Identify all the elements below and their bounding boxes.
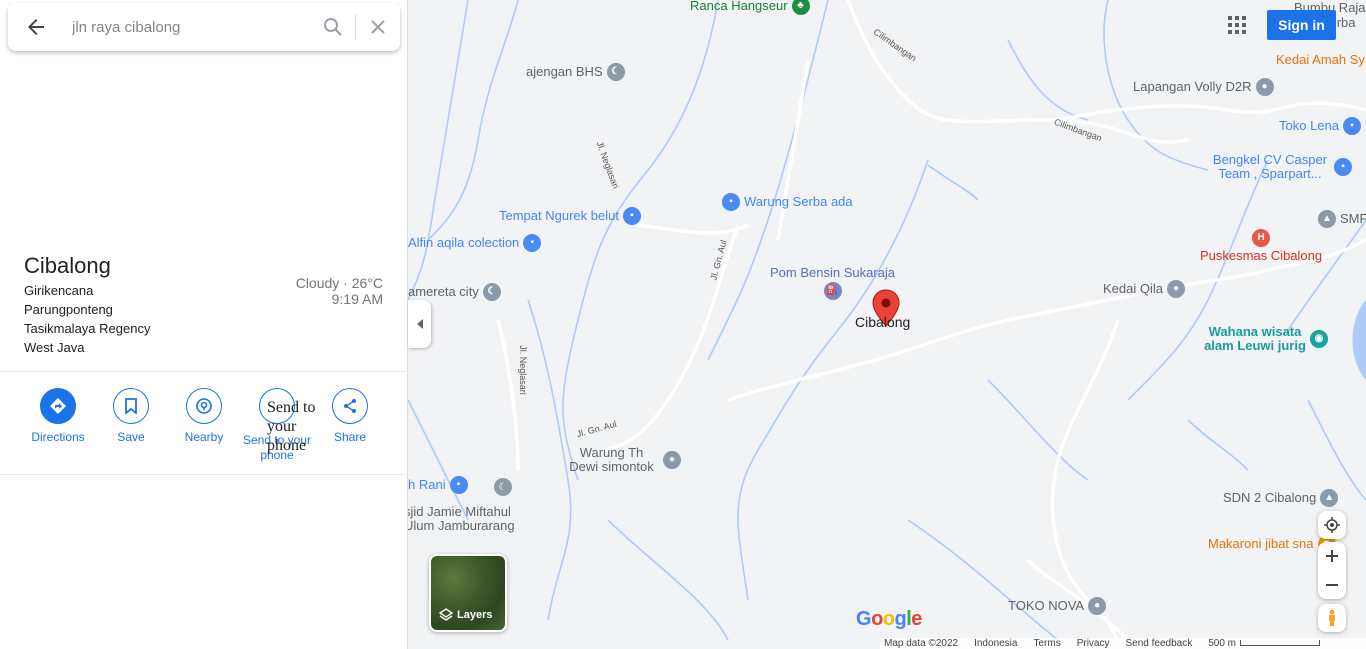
google-logo: Google bbox=[856, 608, 922, 630]
poi-warung-serba-ada[interactable]: ▪ Warung Serba ada bbox=[722, 193, 853, 211]
poi-kedai-qila[interactable]: Kedai Qila ● bbox=[1103, 280, 1185, 298]
mosque-icon: ☾ bbox=[494, 478, 512, 496]
map-canvas[interactable]: Cilimbangan Cilimbangan Jl. Neglasari Jl… bbox=[408, 0, 1366, 649]
street-view-pegman[interactable] bbox=[1318, 604, 1346, 632]
bookmark-icon bbox=[113, 388, 149, 424]
divider bbox=[0, 371, 408, 372]
terms-link[interactable]: Terms bbox=[1033, 638, 1060, 649]
save-label: Save bbox=[117, 430, 145, 444]
share-button[interactable]: Share bbox=[313, 388, 387, 444]
minus-icon bbox=[1326, 583, 1338, 586]
road-label: Jl. Neglasari bbox=[517, 345, 528, 395]
weather-text: Cloudy · 26°C bbox=[295, 275, 383, 291]
layers-button[interactable]: Layers bbox=[429, 554, 507, 632]
place-sidebar: Cibalong Girikencana Parungponteng Tasik… bbox=[0, 0, 408, 649]
my-location-icon bbox=[1324, 517, 1340, 533]
collapse-panel-button[interactable] bbox=[408, 300, 431, 348]
nearby-button[interactable]: Nearby bbox=[167, 388, 241, 444]
layers-label-group: Layers bbox=[439, 608, 492, 622]
shopping-bag-icon: ▪ bbox=[722, 193, 740, 211]
poi-toko-nova[interactable]: TOKO NOVA ● bbox=[1008, 597, 1107, 615]
address-line: Girikencana bbox=[24, 283, 94, 298]
scale-indicator[interactable]: 500 m bbox=[1208, 638, 1321, 649]
address-line: Parungponteng bbox=[24, 302, 113, 317]
directions-label: Directions bbox=[31, 430, 85, 444]
zoom-in-button[interactable] bbox=[1326, 542, 1338, 570]
shopping-bag-icon: ▪ bbox=[622, 207, 641, 225]
scale-bar bbox=[1240, 640, 1321, 646]
poi-toko-lena[interactable]: Toko Lena ▪ bbox=[1279, 117, 1361, 135]
save-button[interactable]: Save bbox=[94, 388, 168, 444]
zoom-controls bbox=[1318, 542, 1346, 599]
poi-lapangan-volly[interactable]: Lapangan Volly D2R ● bbox=[1133, 78, 1274, 96]
mosque-icon: ☾ bbox=[606, 63, 625, 81]
sign-in-button[interactable]: Sign in bbox=[1267, 10, 1336, 40]
zoom-out-button[interactable] bbox=[1326, 571, 1338, 599]
shopping-bag-icon: ▪ bbox=[1334, 158, 1352, 176]
gas-station-icon: ⛽ bbox=[823, 282, 842, 300]
clear-search-button[interactable] bbox=[356, 3, 400, 51]
address-line: West Java bbox=[24, 340, 85, 355]
nearby-label: Nearby bbox=[184, 430, 224, 444]
apps-grid-button[interactable] bbox=[1226, 14, 1248, 36]
privacy-link[interactable]: Privacy bbox=[1077, 638, 1110, 649]
map-data-credit: Map data ©2022 bbox=[884, 638, 959, 649]
place-icon: ● bbox=[1088, 597, 1107, 615]
search-button[interactable] bbox=[311, 3, 355, 51]
search-input[interactable] bbox=[64, 7, 311, 47]
marker-label: Cibalong bbox=[855, 314, 911, 330]
layers-icon bbox=[439, 608, 453, 621]
my-location-button[interactable] bbox=[1318, 511, 1346, 539]
poi-wahana-wisata[interactable]: Wahana wisata alam Leuwi jurig ◉ bbox=[1204, 325, 1328, 353]
directions-button[interactable]: Directions bbox=[21, 388, 95, 444]
school-icon: ▲ bbox=[1318, 210, 1336, 228]
place-title: Cibalong bbox=[24, 253, 111, 278]
poi-amereta-city[interactable]: amereta city ☾ bbox=[408, 283, 501, 301]
back-button[interactable] bbox=[8, 3, 64, 51]
poi-warung-th-dewi[interactable]: Warung Th Dewi simontok ● bbox=[564, 446, 681, 474]
layers-label: Layers bbox=[457, 609, 493, 621]
send-feedback-link[interactable]: Send feedback bbox=[1126, 638, 1193, 649]
poi-tempat-ngurek-belut[interactable]: Tempat Ngurek belut ▪ bbox=[499, 207, 641, 225]
apps-grid-icon bbox=[1228, 16, 1246, 34]
park-icon: ♣ bbox=[791, 0, 810, 15]
poi-bengkel-cv-casper[interactable]: Bengkel CV Casper Team , Sparpart... ▪ bbox=[1210, 153, 1352, 181]
poi-kedai-amah[interactable]: Kedai Amah Sy bbox=[1276, 53, 1365, 67]
poi-sdn-2-cibalong[interactable]: SDN 2 Cibalong ▲ bbox=[1223, 489, 1339, 507]
search-icon bbox=[324, 18, 342, 36]
country-link[interactable]: Indonesia bbox=[974, 638, 1017, 649]
mosque-icon: ☾ bbox=[482, 283, 501, 301]
send-to-phone-broken-image: Send to your phone bbox=[267, 399, 316, 454]
arrow-back-icon bbox=[28, 19, 44, 35]
poi-ajengan-bhs[interactable]: ajengan BHS ☾ bbox=[526, 63, 625, 81]
caret-left-icon bbox=[416, 319, 423, 329]
weather-info: Cloudy · 26°C 9:19 AM bbox=[296, 275, 383, 307]
school-icon: ▲ bbox=[1320, 489, 1339, 507]
place-icon: ● bbox=[1255, 78, 1274, 96]
share-label: Share bbox=[333, 430, 367, 444]
share-icon bbox=[332, 388, 368, 424]
poi-puskesmas-cibalong[interactable]: H Puskesmas Cibalong bbox=[1200, 229, 1322, 263]
plus-icon bbox=[1326, 550, 1338, 563]
map-footer: Map data ©2022 Indonesia Terms Privacy S… bbox=[880, 638, 1366, 649]
search-box bbox=[8, 3, 400, 51]
place-icon: ● bbox=[1166, 280, 1185, 298]
address-line: Tasikmalaya Regency bbox=[24, 321, 151, 336]
shopping-bag-icon: ▪ bbox=[523, 234, 542, 252]
attraction-icon: ◉ bbox=[1310, 330, 1328, 348]
divider bbox=[0, 474, 408, 475]
poi-ranca-hangseur[interactable]: Ranca Hangseur ♣ bbox=[690, 0, 810, 15]
nearby-icon bbox=[186, 388, 222, 424]
close-icon bbox=[371, 20, 385, 34]
local-time: 9:19 AM bbox=[331, 291, 383, 307]
place-icon: ● bbox=[663, 451, 681, 469]
directions-icon bbox=[40, 388, 76, 424]
pegman-icon bbox=[1329, 609, 1335, 626]
poi-makaroni-jibat[interactable]: Makaroni jibat sna ▾ bbox=[1208, 535, 1336, 553]
poi-smf[interactable]: ▲ SMF bbox=[1318, 210, 1366, 228]
hospital-icon: H bbox=[1252, 229, 1271, 247]
shopping-bag-icon: ▪ bbox=[1343, 117, 1361, 135]
scale-label: 500 m bbox=[1208, 638, 1237, 649]
poi-alfin-aqila-colection[interactable]: Alfin aqila colection ▪ bbox=[408, 234, 542, 252]
